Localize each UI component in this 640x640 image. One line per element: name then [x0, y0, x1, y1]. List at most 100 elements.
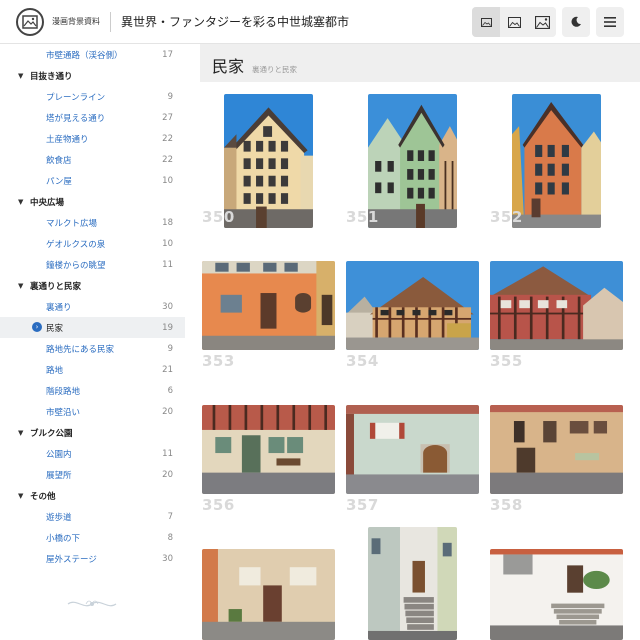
sidebar-item-count: 10: [162, 175, 173, 186]
sidebar-item-label: 民家: [46, 323, 64, 334]
sidebar-item-count: 22: [162, 154, 173, 165]
site-name[interactable]: 漫画背景資料: [52, 16, 100, 27]
section-title: 民家: [212, 57, 245, 76]
sidebar-item[interactable]: 土産物通り 22: [0, 128, 185, 149]
photo-thumbnail[interactable]: [224, 94, 313, 228]
sidebar-item[interactable]: プレーンライン 9: [0, 86, 185, 107]
small-grid-button[interactable]: [472, 7, 500, 37]
photo-number: 353: [202, 352, 235, 370]
large-grid-icon: [534, 15, 550, 29]
sidebar-item-selected[interactable]: › 民家 19: [0, 317, 185, 338]
photo-number: 351: [346, 208, 379, 226]
chevron-down-icon[interactable]: ▼: [18, 429, 30, 437]
sidebar-item-label: 中央広場: [30, 197, 65, 208]
section-breadcrumb[interactable]: 裏通りと民家: [252, 64, 297, 75]
sidebar-item[interactable]: マルクト広場 18: [0, 212, 185, 233]
sidebar-item-label: 塔が見える通り: [46, 113, 106, 124]
photo-number: 356: [202, 496, 235, 514]
photo-thumbnail[interactable]: [202, 405, 335, 494]
sidebar-item-label: 屋外ステージ: [46, 554, 97, 565]
sidebar-item-count: 18: [162, 217, 173, 228]
sidebar-item-label: 裏通り: [46, 302, 72, 313]
sidebar-item[interactable]: 小橋の下 8: [0, 527, 185, 548]
photo-thumbnail[interactable]: [490, 549, 623, 640]
sidebar-item-label: 目抜き通り: [30, 71, 73, 82]
chevron-down-icon[interactable]: ▼: [18, 492, 30, 500]
photo-image: [346, 405, 479, 494]
medium-grid-button[interactable]: [500, 7, 528, 37]
sidebar-category[interactable]: ▼ ブルク公園: [0, 422, 185, 443]
sidebar-item[interactable]: 屋外ステージ 30: [0, 548, 185, 569]
photo-thumbnail[interactable]: [368, 94, 457, 228]
photo-thumbnail[interactable]: [202, 549, 335, 640]
photo-image: [202, 405, 335, 494]
photo-image: [490, 549, 623, 640]
sidebar-item-count: 30: [162, 301, 173, 312]
sidebar-item-count: 7: [167, 511, 173, 522]
sidebar-item-label: 公園内: [46, 449, 72, 460]
chevron-down-icon[interactable]: ▼: [18, 282, 30, 290]
photo-number: 357: [346, 496, 379, 514]
sidebar-item[interactable]: 路地 21: [0, 359, 185, 380]
sidebar-item[interactable]: ゲオルクスの泉 10: [0, 233, 185, 254]
sidebar-item-label: 裏通りと民家: [30, 281, 82, 292]
sidebar-item-label: 展望所: [46, 470, 72, 481]
photo-thumbnail[interactable]: [346, 261, 479, 350]
header-divider: [110, 11, 111, 32]
view-size-toggle: [472, 7, 556, 37]
sidebar-item-count: 11: [162, 259, 173, 270]
sidebar-item[interactable]: 鐘楼からの眺望 11: [0, 254, 185, 275]
photo-image: [368, 94, 457, 228]
photo-thumbnail[interactable]: [368, 527, 457, 640]
sidebar-category[interactable]: ▼ 目抜き通り: [0, 65, 185, 86]
menu-button[interactable]: [596, 7, 624, 37]
medium-grid-icon: [507, 16, 521, 28]
photo-thumbnail[interactable]: [202, 261, 335, 350]
sidebar-item[interactable]: 塔が見える通り 27: [0, 107, 185, 128]
sidebar-item[interactable]: 遊歩道 7: [0, 506, 185, 527]
sidebar-item[interactable]: 公園内 11: [0, 443, 185, 464]
sidebar-item-count: 19: [162, 322, 173, 333]
photo-thumbnail[interactable]: [512, 94, 601, 228]
sidebar-item[interactable]: 路地先にある民家 9: [0, 338, 185, 359]
photo-number: 358: [490, 496, 523, 514]
photo-number: 354: [346, 352, 379, 370]
sidebar-item[interactable]: 飲食店 22: [0, 149, 185, 170]
sidebar-item-label: 遊歩道: [46, 512, 72, 523]
sidebar-item-count: 17: [162, 49, 173, 60]
sidebar-category[interactable]: ▼ その他: [0, 485, 185, 506]
sidebar-category[interactable]: ▼ 中央広場: [0, 191, 185, 212]
sidebar-category[interactable]: ▼ 裏通りと民家: [0, 275, 185, 296]
photo-image: [202, 549, 335, 640]
sidebar-item-count: 10: [162, 238, 173, 249]
sidebar-item-count: 27: [162, 112, 173, 123]
photo-thumbnail[interactable]: [490, 405, 623, 494]
site-logo[interactable]: [16, 7, 44, 36]
photo-thumbnail[interactable]: [490, 261, 623, 350]
section-header: 民家 裏通りと民家: [200, 44, 640, 82]
sidebar-item-count: 11: [162, 448, 173, 459]
sidebar-item[interactable]: 市壁沿い 20: [0, 401, 185, 422]
chevron-down-icon[interactable]: ▼: [18, 72, 30, 80]
image-icon: [22, 14, 38, 29]
sidebar-item-label: プレーンライン: [46, 92, 106, 103]
sidebar-item[interactable]: 展望所 20: [0, 464, 185, 485]
photo-image: [224, 94, 313, 228]
category-sidebar: 市壁通路（渓谷側） 17 ▼ 目抜き通り プレーンライン 9 塔が見える通り 27 土産物通り 2…: [0, 44, 185, 640]
sidebar-item-label: 市壁通路（渓谷側）: [46, 50, 123, 61]
sidebar-item-label: 路地: [46, 365, 64, 376]
sidebar-item-label: 飲食店: [46, 155, 72, 166]
photo-thumbnail[interactable]: [346, 405, 479, 494]
chevron-down-icon[interactable]: ▼: [18, 198, 30, 206]
sidebar-item[interactable]: 市壁通路（渓谷側） 17: [0, 44, 185, 65]
sidebar-item-count: 22: [162, 133, 173, 144]
sidebar-item[interactable]: パン屋 10: [0, 170, 185, 191]
sidebar-item[interactable]: 裏通り 30: [0, 296, 185, 317]
sidebar-item[interactable]: 階段路地 6: [0, 380, 185, 401]
photo-number: 352: [490, 208, 523, 226]
dark-mode-button[interactable]: [562, 7, 590, 37]
photo-image: [490, 261, 623, 350]
page-heading: 異世界・ファンタジーを彩る中世城塞都市: [121, 15, 350, 29]
chevron-right-icon: ›: [32, 322, 42, 332]
large-grid-button[interactable]: [528, 7, 556, 37]
